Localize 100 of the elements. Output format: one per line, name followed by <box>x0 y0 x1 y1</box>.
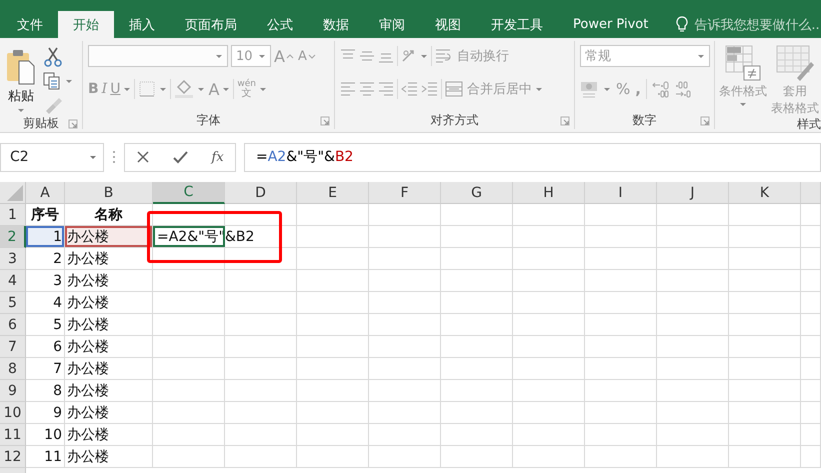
formula-input-field[interactable]: =A2&"号"&B2 <box>244 142 821 172</box>
table-cell <box>441 446 513 468</box>
column-header[interactable]: F <box>369 182 441 204</box>
dropdown-caret-icon[interactable] <box>215 53 223 59</box>
table-cell <box>369 424 441 446</box>
grip-icon <box>112 150 116 164</box>
table-cell: 10 <box>26 424 65 446</box>
ribbon-tab[interactable]: 公式 <box>252 11 308 38</box>
table-cell <box>657 204 729 226</box>
merge-icon <box>445 80 463 98</box>
row-header[interactable]: 6 <box>0 314 26 336</box>
enter-icon[interactable] <box>172 150 189 164</box>
table-cell <box>657 248 729 270</box>
table-cell <box>585 336 657 358</box>
row-header[interactable]: 12 <box>0 446 26 468</box>
table-cell <box>441 314 513 336</box>
table-cell <box>153 424 225 446</box>
row-header[interactable]: 11 <box>0 424 26 446</box>
table-cell: 6 <box>26 336 65 358</box>
table-cell <box>801 226 821 248</box>
ribbon-tab[interactable]: 文件 <box>2 11 58 38</box>
table-cell <box>225 248 297 270</box>
ribbon-tab[interactable]: 开始 <box>58 11 114 38</box>
row-header[interactable]: 7 <box>0 336 26 358</box>
table-cell <box>801 380 821 402</box>
insert-function-button[interactable]: fx <box>212 150 224 164</box>
table-cell <box>657 446 729 468</box>
column-header[interactable]: K <box>729 182 801 204</box>
table-cell <box>585 380 657 402</box>
ribbon-tab[interactable]: 页面布局 <box>170 11 252 38</box>
table-cell <box>513 358 585 380</box>
row-header[interactable]: 1 <box>0 204 26 226</box>
table-cell <box>225 424 297 446</box>
ribbon-tab[interactable]: 数据 <box>308 11 364 38</box>
conditional-format-icon <box>724 44 762 82</box>
table-cell <box>441 292 513 314</box>
table-cell: 11 <box>26 446 65 468</box>
table-cell <box>441 358 513 380</box>
table-cell <box>657 358 729 380</box>
ribbon-tab[interactable]: 视图 <box>420 11 476 38</box>
table-cell <box>801 424 821 446</box>
column-header[interactable]: A <box>26 182 65 204</box>
cancel-icon[interactable] <box>136 150 150 164</box>
column-header[interactable]: H <box>513 182 585 204</box>
ribbon-tab[interactable]: 插入 <box>114 11 170 38</box>
table-cell <box>369 270 441 292</box>
table-cell <box>369 226 441 248</box>
row-header[interactable]: 8 <box>0 358 26 380</box>
table-cell <box>297 204 369 226</box>
row-header[interactable]: 9 <box>0 380 26 402</box>
dropdown-caret-icon[interactable] <box>258 53 266 59</box>
table-cell <box>729 226 801 248</box>
table-cell <box>297 248 369 270</box>
table-cell <box>441 248 513 270</box>
group-label: 字体 <box>196 112 220 128</box>
dropdown-caret-icon[interactable] <box>697 53 705 59</box>
select-all-icon[interactable] <box>5 183 25 203</box>
column-header[interactable]: J <box>657 182 729 204</box>
table-cell <box>801 248 821 270</box>
table-cell <box>225 402 297 424</box>
table-cell <box>657 402 729 424</box>
table-cell <box>513 226 585 248</box>
column-header[interactable]: E <box>297 182 369 204</box>
table-cell <box>585 314 657 336</box>
column-header[interactable]: B <box>65 182 153 204</box>
table-cell <box>513 248 585 270</box>
table-cell <box>513 446 585 468</box>
dropdown-caret-icon <box>17 107 25 113</box>
table-cell <box>585 424 657 446</box>
row-header[interactable]: 10 <box>0 402 26 424</box>
row-header[interactable]: 2 <box>0 226 26 248</box>
table-cell <box>729 358 801 380</box>
tell-me-search[interactable]: 告诉我您想要做什么... <box>663 11 821 38</box>
column-header[interactable]: C <box>153 182 225 204</box>
table-cell <box>297 402 369 424</box>
table-cell: 7 <box>26 358 65 380</box>
ribbon-tab[interactable]: 审阅 <box>364 11 420 38</box>
table-cell <box>729 446 801 468</box>
ribbon-tab[interactable]: 开发工具 <box>476 11 558 38</box>
table-cell <box>513 380 585 402</box>
column-header[interactable]: D <box>225 182 297 204</box>
wrap-text-icon <box>435 48 453 64</box>
row-header[interactable]: 3 <box>0 248 26 270</box>
table-cell <box>729 314 801 336</box>
table-cell <box>729 292 801 314</box>
table-cell <box>801 336 821 358</box>
table-cell: 办公楼 <box>65 358 153 380</box>
down-caret-icon <box>306 52 317 60</box>
dropdown-caret-icon[interactable] <box>89 154 97 160</box>
table-cell <box>801 446 821 468</box>
ribbon-tab[interactable]: Power Pivot <box>558 11 664 38</box>
table-cell <box>441 270 513 292</box>
row-header[interactable]: 4 <box>0 270 26 292</box>
column-header[interactable] <box>801 182 821 204</box>
column-header[interactable]: I <box>585 182 657 204</box>
row-header[interactable]: 5 <box>0 292 26 314</box>
table-cell <box>513 204 585 226</box>
column-header[interactable]: G <box>441 182 513 204</box>
table-cell <box>513 336 585 358</box>
name-box[interactable]: C2 <box>0 142 104 172</box>
